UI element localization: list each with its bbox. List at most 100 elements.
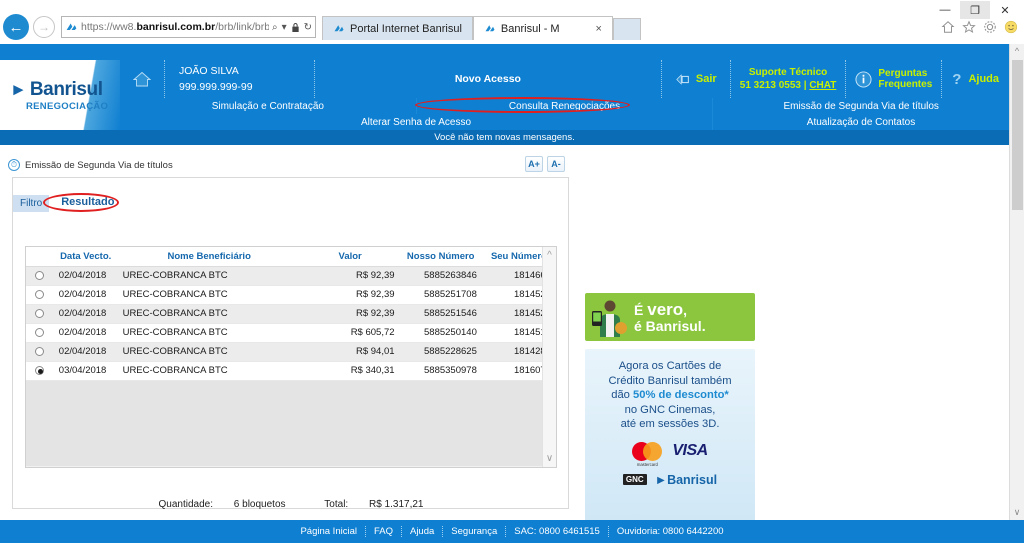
refresh-icon[interactable]: ↻ bbox=[304, 22, 312, 33]
browser-tab-banrisul-m[interactable]: Banrisul - M × bbox=[472, 16, 613, 40]
font-increase-button[interactable]: A+ bbox=[525, 156, 543, 172]
nav-item-atualizacao-contatos[interactable]: Atualização de Contatos bbox=[713, 114, 1009, 130]
logout-button[interactable]: Sair bbox=[660, 60, 731, 98]
footer-link[interactable]: Ajuda bbox=[402, 526, 444, 537]
table-row[interactable]: 02/04/2018 UREC-COBRANCA BTC R$ 605,72 5885… bbox=[26, 323, 556, 343]
support-title: Suporte Técnico bbox=[748, 67, 828, 78]
close-icon[interactable]: × bbox=[595, 23, 601, 35]
forward-arrow-icon[interactable]: → bbox=[33, 16, 55, 38]
cell-data-vencimento: 02/04/2018 bbox=[53, 285, 118, 305]
cell-nosso-numero: 5885251708 bbox=[399, 285, 482, 305]
message-bar: Você não tem novas mensagens. bbox=[0, 130, 1009, 145]
banrisul-logo[interactable]: ► Banrisul RENEGOCIAÇÃO bbox=[0, 60, 120, 130]
cell-data-vencimento: 02/04/2018 bbox=[53, 342, 118, 362]
panel-tabs: Filtro Resultado bbox=[13, 192, 127, 212]
message-text: Você não tem novas mensagens. bbox=[434, 132, 575, 143]
table-header-row: Data Vecto. Nome Beneficiário Valor Noss… bbox=[26, 247, 556, 267]
search-icon[interactable]: ⌕ bbox=[272, 22, 278, 33]
nav-item-simulacao[interactable]: Simulação e Contratação bbox=[120, 98, 417, 114]
nav-item-emissao-segunda-via[interactable]: Emissão de Segunda Via de títulos bbox=[713, 98, 1009, 114]
cell-nome-beneficiario: UREC-COBRANCA BTC bbox=[117, 342, 301, 362]
table-row[interactable]: 02/04/2018 UREC-COBRANCA BTC R$ 94,01 58852… bbox=[26, 342, 556, 362]
grocer-with-pos-terminal-photo bbox=[592, 300, 627, 337]
cell-nome-beneficiario: UREC-COBRANCA BTC bbox=[117, 304, 301, 324]
logo-subtitle: RENEGOCIAÇÃO bbox=[26, 100, 109, 112]
row-radio-button[interactable] bbox=[35, 346, 45, 356]
lock-icon bbox=[291, 22, 299, 32]
chevron-up-icon[interactable]: ^ bbox=[547, 250, 552, 261]
logo-name: Banrisul bbox=[29, 78, 103, 100]
footer-link[interactable]: FAQ bbox=[366, 526, 402, 537]
row-select-cell[interactable] bbox=[26, 266, 54, 286]
question-mark-icon: ? bbox=[952, 70, 962, 88]
cell-nome-beneficiario: UREC-COBRANCA BTC bbox=[117, 323, 301, 343]
cell-nosso-numero: 5885263846 bbox=[399, 266, 482, 286]
footer-link[interactable]: Segurança bbox=[443, 526, 507, 537]
ad-vero-banner[interactable]: É vero, é Banrisul. bbox=[585, 293, 755, 341]
row-radio-button[interactable] bbox=[35, 327, 45, 337]
footer-link[interactable]: Ouvidoria: 0800 6442200 bbox=[609, 526, 732, 537]
tab-strip: Portal Internet Banrisul Banrisul - M × bbox=[322, 14, 641, 40]
user-info: JOÃO SILVA 999.999.999-99 bbox=[165, 60, 315, 98]
titles-table: Data Vecto. Nome Beneficiário Valor Noss… bbox=[26, 247, 556, 381]
chevron-up-icon[interactable]: ^ bbox=[1015, 46, 1019, 56]
scrollbar-thumb[interactable] bbox=[1012, 60, 1023, 210]
cell-valor: R$ 340,31 bbox=[300, 361, 400, 381]
cell-data-vencimento: 02/04/2018 bbox=[53, 323, 118, 343]
ad-cartoes-banner[interactable]: Agora os Cartões de Crédito Banrisul tam… bbox=[585, 349, 755, 526]
row-select-cell[interactable] bbox=[26, 361, 54, 381]
support-contact: 51 3213 0553 | CHAT bbox=[739, 80, 837, 91]
table-body: 02/04/2018 UREC-COBRANCA BTC R$ 92,39 58852… bbox=[26, 266, 556, 381]
nav-item-alterar-senha[interactable]: Alterar Senha de Acesso bbox=[120, 114, 713, 130]
address-bar-tools: ⌕ ▾ ↻ bbox=[272, 22, 312, 33]
cell-valor: R$ 92,39 bbox=[300, 304, 400, 324]
row-radio-button[interactable] bbox=[35, 289, 45, 299]
nav-row-1: Simulação e Contratação Consulta Renegoc… bbox=[120, 98, 1009, 114]
table-row[interactable]: 02/04/2018 UREC-COBRANCA BTC R$ 92,39 58852… bbox=[26, 266, 556, 286]
info-circle-icon bbox=[855, 70, 872, 88]
new-tab-button[interactable] bbox=[612, 18, 641, 40]
font-decrease-button[interactable]: A- bbox=[547, 156, 565, 172]
mastercard-label: mastercard bbox=[636, 461, 658, 467]
footer-links: Página Inicial FAQ Ajuda Segurança SAC: 0800… bbox=[292, 526, 731, 537]
banrisul-tab-icon bbox=[334, 24, 344, 31]
col-valor: Valor bbox=[300, 247, 400, 267]
tab-filtro[interactable]: Filtro bbox=[13, 195, 50, 212]
help-button[interactable]: ? Ajuda bbox=[942, 60, 1009, 98]
nav-item-consulta[interactable]: Consulta Renegociações bbox=[417, 98, 714, 114]
advertisement-column: É vero, é Banrisul. Agora os Cartões de … bbox=[585, 293, 758, 543]
support-block[interactable]: Suporte Técnico 51 3213 0553 | CHAT bbox=[731, 60, 847, 98]
ad-line-5: até em sessões 3D. bbox=[620, 418, 720, 431]
banrisul-tab-icon bbox=[485, 24, 495, 31]
grid-scrollbar[interactable]: ^ ∨ bbox=[542, 247, 556, 467]
chevron-down-icon[interactable]: ∨ bbox=[546, 453, 553, 464]
ad-vero-text: É vero, é Banrisul. bbox=[634, 299, 706, 334]
browser-tab-portal[interactable]: Portal Internet Banrisul bbox=[322, 16, 473, 40]
row-select-cell[interactable] bbox=[26, 304, 54, 324]
row-radio-button[interactable] bbox=[35, 365, 45, 375]
row-select-cell[interactable] bbox=[26, 285, 54, 305]
table-row[interactable]: 02/04/2018 UREC-COBRANCA BTC R$ 92,39 58852… bbox=[26, 304, 556, 324]
tab-label: Banrisul - M bbox=[500, 22, 560, 35]
tab-resultado[interactable]: Resultado bbox=[49, 192, 127, 212]
novo-acesso-label[interactable]: Novo Acesso bbox=[315, 60, 661, 98]
footer-link[interactable]: SAC: 0800 6461515 bbox=[506, 526, 609, 537]
table-row[interactable]: 02/04/2018 UREC-COBRANCA BTC R$ 92,39 58852… bbox=[26, 285, 556, 305]
cell-nome-beneficiario: UREC-COBRANCA BTC bbox=[117, 285, 301, 305]
back-arrow-icon[interactable]: ← bbox=[3, 14, 29, 40]
row-select-cell[interactable] bbox=[26, 323, 54, 343]
table-head: Data Vecto. Nome Beneficiário Valor Noss… bbox=[26, 247, 556, 267]
address-bar[interactable]: https://ww8.banrisul.com.br/brb/link/brb… bbox=[61, 16, 316, 38]
row-radio-button[interactable] bbox=[35, 270, 45, 280]
chevron-down-icon[interactable]: ∨ bbox=[1014, 507, 1021, 518]
faq-button[interactable]: Perguntas Frequentes bbox=[846, 60, 943, 98]
row-select-cell[interactable] bbox=[26, 342, 54, 362]
cell-data-vencimento: 03/04/2018 bbox=[53, 361, 118, 381]
user-name: JOÃO SILVA bbox=[179, 65, 239, 77]
page-scrollbar[interactable]: ^ ∨ bbox=[1009, 44, 1024, 520]
chevron-down-icon[interactable]: ▾ bbox=[282, 22, 287, 33]
row-radio-button[interactable] bbox=[35, 308, 45, 318]
header-home-button[interactable] bbox=[120, 60, 165, 98]
footer-link[interactable]: Página Inicial bbox=[292, 526, 366, 537]
table-row[interactable]: 03/04/2018 UREC-COBRANCA BTC R$ 340,31 5885… bbox=[26, 361, 556, 381]
